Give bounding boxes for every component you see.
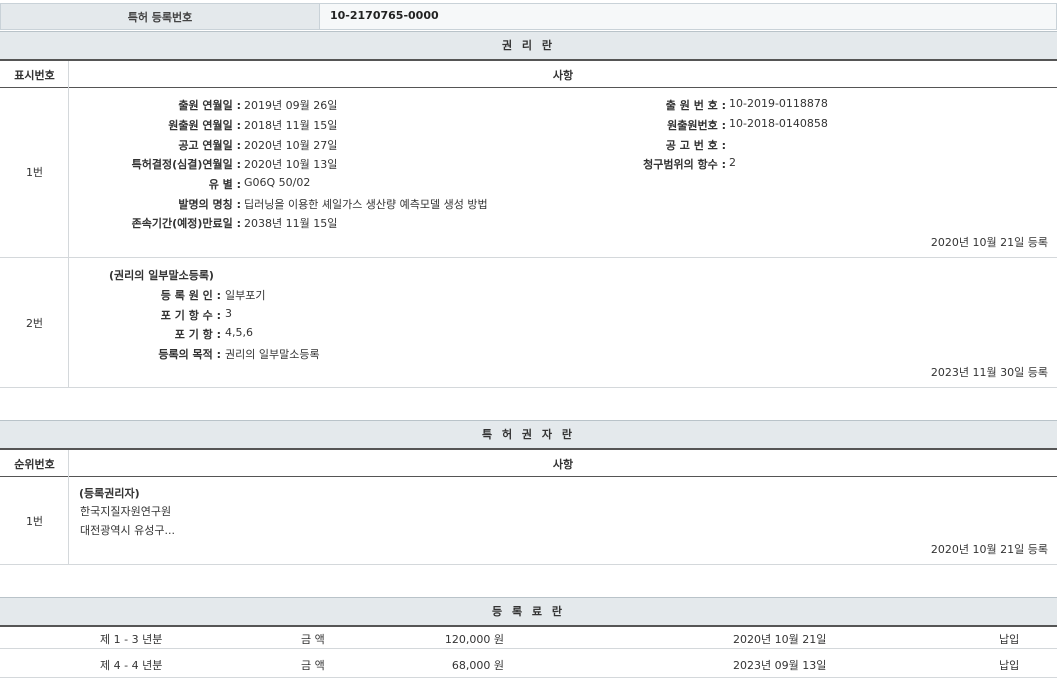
application-number-label: 출 원 번 호 : [600, 97, 726, 113]
rights-col-item: 사항 [69, 67, 1057, 83]
rights-row-1-num: 1번 [0, 164, 69, 180]
fees-section-title: 등 록 료 란 [0, 597, 1057, 627]
fee-row-1-amount: 120,000 원 [400, 631, 504, 647]
partial-cancellation-heading: (권리의 일부말소등록) [109, 267, 214, 283]
registration-number-value: 10-2170765-0000 [330, 9, 439, 22]
holders-row-1-num: 1번 [0, 513, 69, 529]
rights-row-1 [0, 88, 1057, 258]
holders-section-title-text: 특 허 권 자 란 [482, 428, 575, 441]
filing-date-value: 2019년 09월 26일 [244, 97, 337, 113]
fees-section-title-text: 등 록 료 란 [492, 605, 565, 618]
waived-claims-count-value: 3 [225, 307, 232, 320]
registration-number-label: 특허 등록번호 [0, 9, 320, 25]
expiry-date-label: 존속기간(예정)만료일 : [80, 215, 241, 231]
rights-row-1-date: 2020년 10월 21일 등록 [700, 234, 1048, 250]
holders-col-num: 순위번호 [0, 456, 69, 472]
invention-title-value: 딥러닝을 이용한 셰일가스 생산량 예측모델 생성 방법 [244, 196, 488, 212]
registration-purpose-value: 권리의 일부말소등록 [225, 346, 320, 362]
holders-row-1-date: 2020년 10월 21일 등록 [700, 541, 1048, 557]
filing-date-label: 출원 연월일 : [80, 97, 241, 113]
rights-col-num: 표시번호 [0, 67, 69, 83]
decision-date-value: 2020년 10월 13일 [244, 156, 337, 172]
classification-value: G06Q 50/02 [244, 176, 310, 189]
rights-section-title-text: 권 리 란 [502, 39, 555, 52]
invention-title-label: 발명의 명칭 : [80, 196, 241, 212]
fee-row-2-amount-label: 금 액 [301, 657, 325, 673]
claims-count-label: 청구범위의 항수 : [600, 156, 726, 172]
original-filing-date-label: 원출원 연월일 : [80, 117, 241, 133]
original-application-number-value: 10-2018-0140858 [729, 117, 828, 130]
fee-row-1-amount-label: 금 액 [301, 631, 325, 647]
fee-row-1-status: 납입 [999, 631, 1019, 647]
waived-claims-count-label: 포 기 항 수 : [80, 307, 221, 323]
original-filing-date-value: 2018년 11월 15일 [244, 117, 337, 133]
original-application-number-label: 원출원번호 : [600, 117, 726, 133]
waived-claims-label: 포 기 항 : [80, 326, 221, 342]
holders-col-item: 사항 [69, 456, 1057, 472]
publication-date-label: 공고 연월일 : [80, 137, 241, 153]
registration-cause-label: 등 록 원 인 : [80, 287, 221, 303]
fee-row-1-period: 제 1 - 3 년분 [100, 631, 162, 647]
application-number-value: 10-2019-0118878 [729, 97, 828, 110]
fee-row-2-status: 납입 [999, 657, 1019, 673]
publication-date-value: 2020년 10월 27일 [244, 137, 337, 153]
rights-section-title: 권 리 란 [0, 31, 1057, 61]
fee-row-1-date: 2020년 10월 21일 [733, 631, 826, 647]
holders-section-title: 특 허 권 자 란 [0, 420, 1057, 450]
fee-row-2-date: 2023년 09월 13일 [733, 657, 826, 673]
holder-address: 대전광역시 유성구... [80, 522, 175, 538]
holder-name: 한국지질자원연구원 [80, 503, 171, 519]
fee-row-2-amount: 68,000 원 [400, 657, 504, 673]
rights-row-2-date: 2023년 11월 30일 등록 [700, 364, 1048, 380]
fee-row-2-period: 제 4 - 4 년분 [100, 657, 162, 673]
registered-holder-heading: (등록권리자) [79, 485, 140, 501]
holders-row-1-divider [68, 450, 69, 564]
registration-cause-value: 일부포기 [225, 287, 265, 303]
decision-date-label: 특허결정(심결)연월일 : [80, 156, 241, 172]
waived-claims-value: 4,5,6 [225, 326, 253, 339]
rights-row-2-num: 2번 [0, 315, 69, 331]
claims-count-value: 2 [729, 156, 736, 169]
classification-label: 유 별 : [80, 176, 241, 192]
registration-purpose-label: 등록의 목적 : [80, 346, 221, 362]
publication-number-label: 공 고 번 호 : [600, 137, 726, 153]
expiry-date-value: 2038년 11월 15일 [244, 215, 337, 231]
